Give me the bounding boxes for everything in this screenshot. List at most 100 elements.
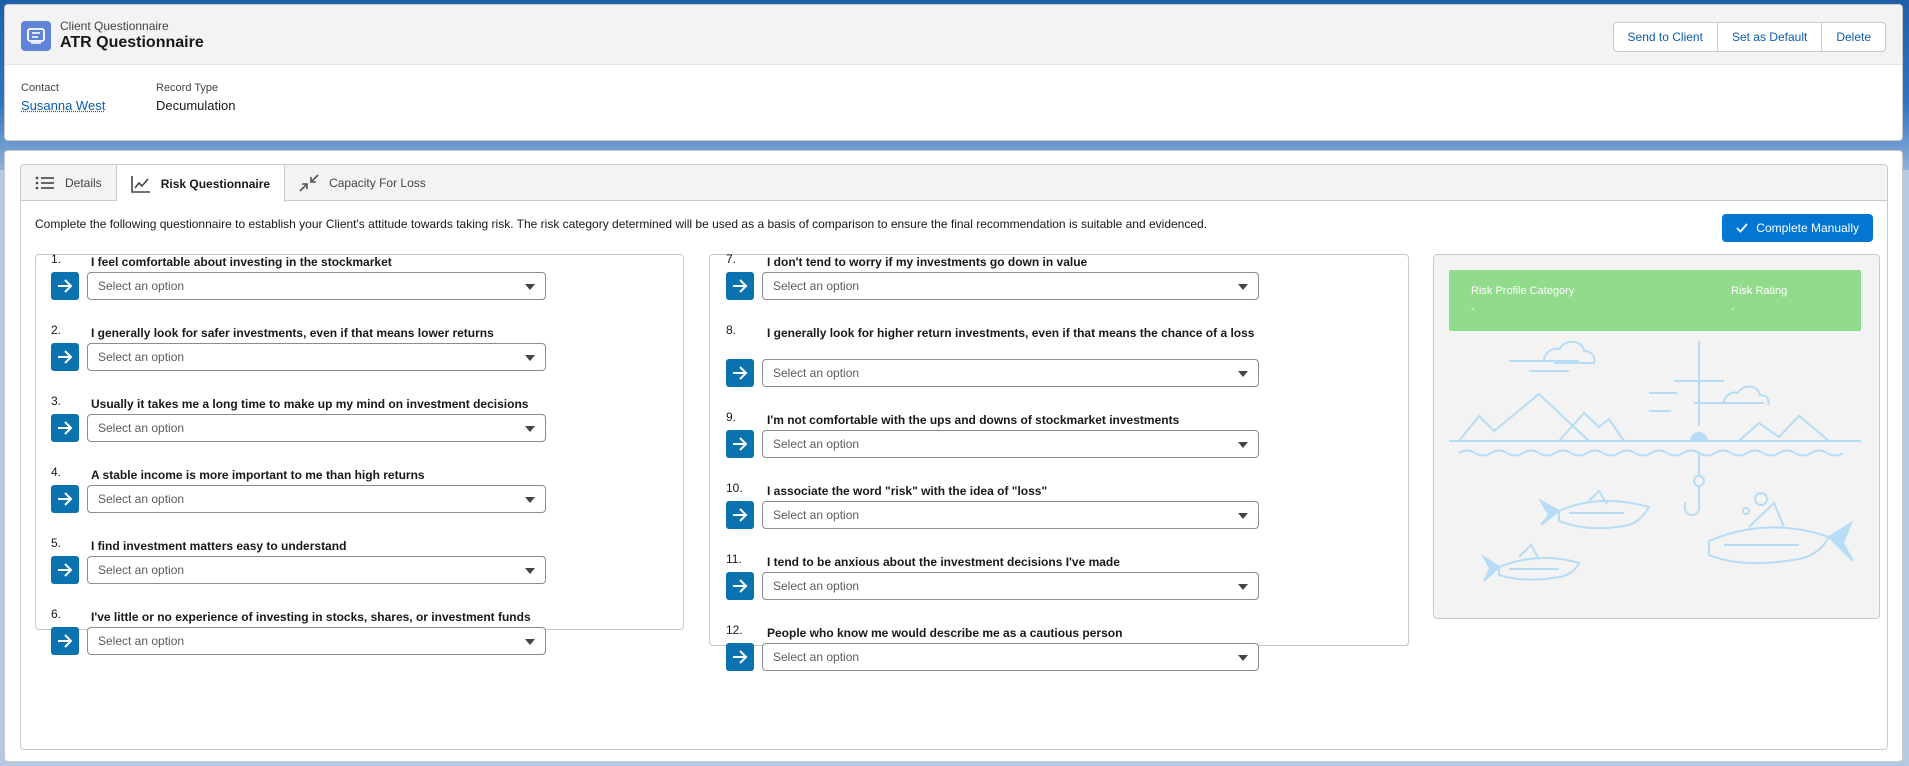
collapse-arrows-icon	[299, 173, 319, 192]
arrow-right-icon	[733, 437, 748, 451]
line-chart-icon	[130, 175, 150, 193]
question-item: 2. I generally look for safer investments…	[51, 323, 550, 377]
risk-result-summary: Risk Profile Category - Risk Rating -	[1449, 270, 1861, 331]
question-number: 11.	[726, 552, 742, 566]
fishing-illustration	[1449, 341, 1861, 582]
delete-button[interactable]: Delete	[1822, 23, 1885, 51]
question-number: 8.	[726, 323, 737, 337]
answer-select-placeholder: Select an option	[773, 508, 860, 522]
chevron-down-icon	[1238, 442, 1248, 448]
question-text: I've little or no experience of investin…	[91, 610, 531, 624]
risk-profile-category-value: -	[1471, 303, 1475, 315]
question-item: 3. Usually it takes me a long time to mak…	[51, 394, 550, 448]
arrow-right-icon	[733, 650, 748, 664]
send-to-client-button[interactable]: Send to Client	[1614, 23, 1718, 51]
answer-select[interactable]: Select an option	[87, 343, 546, 371]
answer-select-placeholder: Select an option	[773, 579, 860, 593]
question-text: I feel comfortable about investing in th…	[91, 255, 392, 269]
tab-details[interactable]: Details	[21, 165, 117, 200]
question-text: I generally look for safer investments, …	[91, 326, 494, 340]
complete-manually-button[interactable]: Complete Manually	[1722, 214, 1873, 242]
check-icon	[1736, 223, 1748, 233]
next-question-button[interactable]	[51, 343, 79, 371]
contact-label: Contact	[21, 82, 59, 94]
risk-result-panel: Risk Profile Category - Risk Rating -	[1433, 254, 1880, 619]
next-question-button[interactable]	[726, 572, 754, 600]
record-type-label: Record Type	[156, 82, 219, 94]
answer-select-placeholder: Select an option	[98, 279, 185, 293]
answer-select[interactable]: Select an option	[762, 501, 1259, 529]
next-question-button[interactable]	[51, 414, 79, 442]
chevron-down-icon	[1238, 284, 1248, 290]
next-question-button[interactable]	[726, 430, 754, 458]
chevron-down-icon	[525, 426, 535, 432]
arrow-right-icon	[58, 563, 73, 577]
record-header-top: Client Questionnaire ATR Questionnaire S…	[5, 5, 1902, 65]
record-header: Client Questionnaire ATR Questionnaire S…	[4, 4, 1903, 141]
set-as-default-button[interactable]: Set as Default	[1718, 23, 1823, 51]
next-question-button[interactable]	[726, 359, 754, 387]
answer-select-placeholder: Select an option	[98, 492, 185, 506]
question-number: 4.	[51, 465, 62, 479]
next-question-button[interactable]	[726, 501, 754, 529]
chevron-down-icon	[525, 355, 535, 361]
tab-details-label: Details	[65, 175, 102, 190]
arrow-right-icon	[733, 508, 748, 522]
answer-select-placeholder: Select an option	[98, 421, 185, 435]
question-item: 5. I find investment matters easy to unde…	[51, 536, 550, 590]
question-text: Usually it takes me a long time to make …	[91, 397, 529, 411]
answer-select[interactable]: Select an option	[762, 643, 1259, 671]
question-number: 2.	[51, 323, 62, 337]
header-action-group: Send to Client Set as Default Delete	[1612, 22, 1886, 52]
answer-select-placeholder: Select an option	[98, 634, 185, 648]
answer-select[interactable]: Select an option	[87, 272, 546, 300]
answer-select[interactable]: Select an option	[762, 272, 1259, 300]
arrow-right-icon	[733, 579, 748, 593]
arrow-right-icon	[733, 366, 748, 380]
question-item: 8. I generally look for higher return inv…	[726, 323, 1263, 393]
answer-select-placeholder: Select an option	[773, 437, 860, 451]
question-number: 10.	[726, 481, 743, 495]
tab-risk-questionnaire-label: Risk Questionnaire	[160, 176, 271, 191]
question-item: 4. A stable income is more important to m…	[51, 465, 550, 519]
answer-select[interactable]: Select an option	[87, 485, 546, 513]
answer-select[interactable]: Select an option	[87, 627, 546, 655]
answer-select[interactable]: Select an option	[762, 430, 1259, 458]
record-type-value: Decumulation	[156, 98, 236, 113]
question-number: 6.	[51, 607, 62, 621]
next-question-button[interactable]	[51, 272, 79, 300]
record-type-field: Record Type Decumulation	[156, 82, 236, 113]
tab-risk-questionnaire[interactable]: Risk Questionnaire	[116, 165, 286, 202]
question-number: 5.	[51, 536, 62, 550]
arrow-right-icon	[58, 350, 73, 364]
question-text: I associate the word "risk" with the ide…	[767, 484, 1048, 498]
answer-select-placeholder: Select an option	[773, 650, 860, 664]
next-question-button[interactable]	[51, 627, 79, 655]
question-text: I don't tend to worry if my investments …	[767, 255, 1088, 269]
main-card: Details Risk Questionnaire Capacity For …	[4, 150, 1903, 762]
contact-link[interactable]: Susanna West	[21, 98, 105, 113]
chevron-down-icon	[525, 497, 535, 503]
question-text: I generally look for higher return inves…	[767, 326, 1255, 340]
chevron-down-icon	[525, 284, 535, 290]
page-title: ATR Questionnaire	[60, 34, 204, 51]
record-type-subtitle: Client Questionnaire	[60, 19, 169, 33]
answer-select[interactable]: Select an option	[762, 572, 1259, 600]
question-number: 9.	[726, 410, 737, 424]
question-item: 9. I'm not comfortable with the ups and d…	[726, 410, 1263, 464]
answer-select[interactable]: Select an option	[87, 414, 546, 442]
next-question-button[interactable]	[726, 643, 754, 671]
question-item: 10. I associate the word "risk" with the …	[726, 481, 1263, 535]
tab-capacity-for-loss[interactable]: Capacity For Loss	[285, 165, 440, 200]
question-number: 12.	[726, 623, 743, 637]
risk-rating-value: -	[1731, 303, 1735, 315]
next-question-button[interactable]	[51, 556, 79, 584]
answer-select[interactable]: Select an option	[762, 359, 1259, 387]
question-item: 12. People who know me would describe me …	[726, 623, 1263, 677]
next-question-button[interactable]	[51, 485, 79, 513]
question-item: 7. I don't tend to worry if my investment…	[726, 252, 1263, 306]
question-item: 6. I've little or no experience of invest…	[51, 607, 550, 661]
answer-select[interactable]: Select an option	[87, 556, 546, 584]
risk-rating-label: Risk Rating	[1731, 285, 1788, 297]
next-question-button[interactable]	[726, 272, 754, 300]
